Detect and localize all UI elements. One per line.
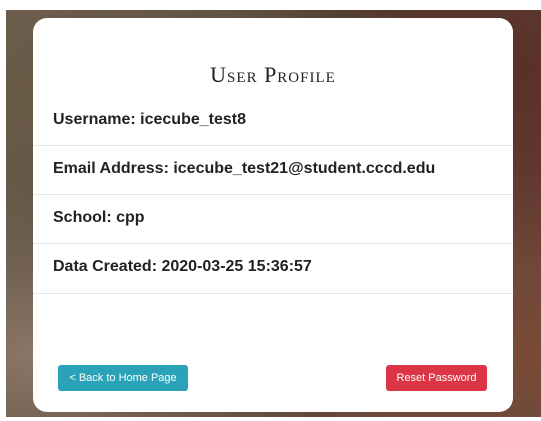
profile-card: User Profile Username: icecube_test8 Ema… (33, 18, 513, 412)
divider (33, 293, 513, 294)
back-to-home-button[interactable]: < Back to Home Page (58, 365, 188, 391)
username-row: Username: icecube_test8 (53, 111, 246, 128)
email-row: Email Address: icecube_test21@student.cc… (53, 160, 436, 177)
school-row: School: cpp (53, 209, 145, 226)
page-title: User Profile (210, 62, 336, 87)
date-created-row: Data Created: 2020-03-25 15:36:57 (53, 258, 312, 275)
reset-password-button[interactable]: Reset Password (386, 365, 487, 391)
